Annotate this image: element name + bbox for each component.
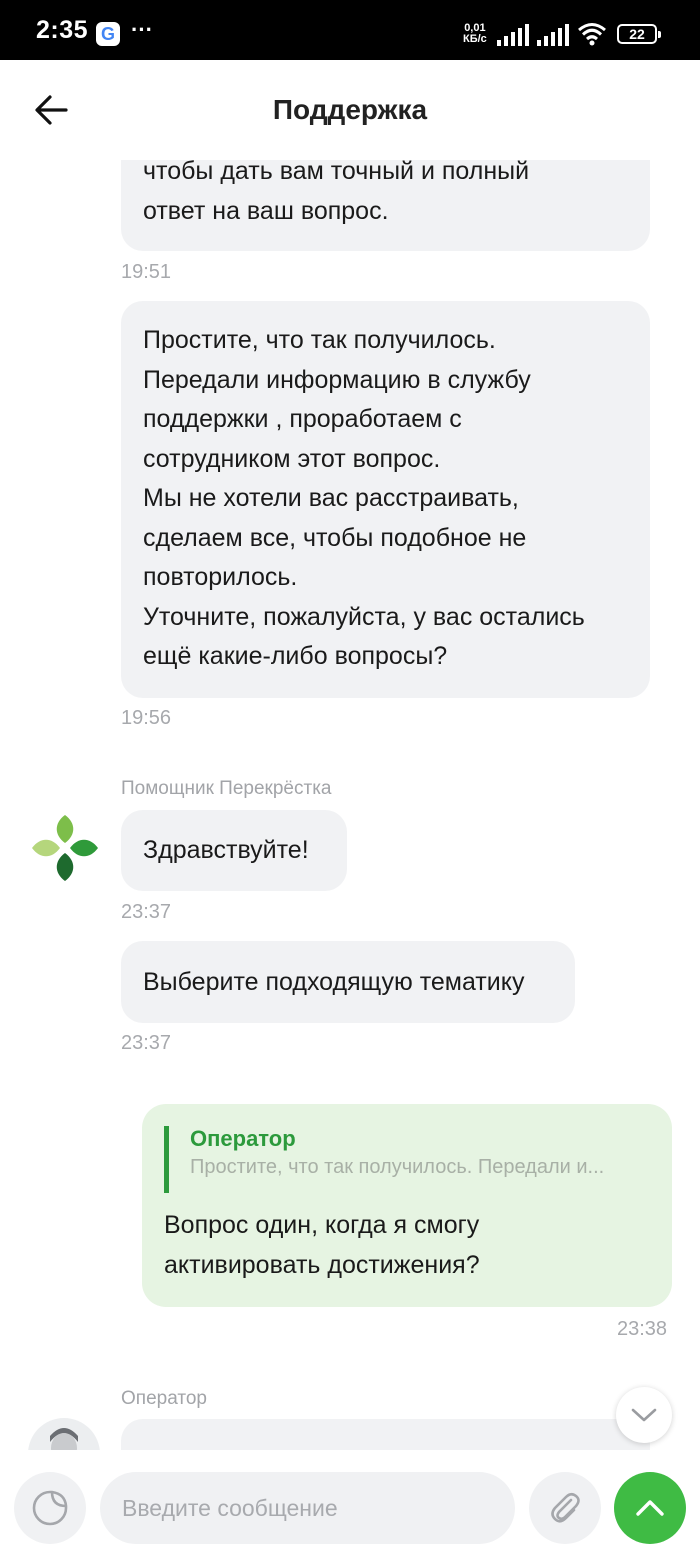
message-text: Вопрос один, когда я смогу активировать … <box>164 1206 480 1285</box>
message-time: 23:37 <box>121 1032 172 1054</box>
message-time: 23:37 <box>121 901 172 923</box>
message-line: ещё какие-либо вопросы? <box>143 642 448 670</box>
message-line: сотрудником этот вопрос. <box>143 444 441 473</box>
outgoing-message-bubble: Оператор Простите, что так получилось. П… <box>142 1104 672 1307</box>
input-bar: Введите сообщение <box>0 1450 700 1556</box>
message-line: ответ на ваш вопрос. <box>143 196 389 225</box>
message-line: Простите, что так получилось. <box>143 326 496 354</box>
message-bubble: Здравствуйте! <box>121 810 347 891</box>
quote-text: Простите, что так получилось. Передали и… <box>190 1156 605 1178</box>
person-avatar-icon <box>50 1428 78 1450</box>
battery-icon: 22 <box>617 24 661 44</box>
header: Поддержка <box>0 60 700 160</box>
message-line: повторилось. <box>143 563 298 591</box>
network-speed-unit: КБ/с <box>463 33 487 45</box>
message-time: 19:56 <box>121 707 172 729</box>
operator-avatar <box>28 1418 100 1450</box>
message-line: чтобы дать вам точный и полный <box>143 160 530 185</box>
message-input[interactable]: Введите сообщение <box>100 1472 515 1544</box>
sticker-icon <box>32 1490 68 1526</box>
message-line: сделаем все, чтобы подобное не <box>143 523 527 552</box>
paperclip-icon <box>551 1492 580 1523</box>
sticker-button[interactable] <box>14 1472 86 1544</box>
chevron-up-icon <box>636 1500 664 1516</box>
send-button[interactable] <box>614 1472 686 1544</box>
signal-icon <box>497 24 529 46</box>
message-line: Передали информацию в службу <box>143 365 531 394</box>
message-line: поддержки , проработаем с <box>143 405 462 433</box>
status-time: 2:35 <box>36 16 89 44</box>
message-bubble <box>121 1419 650 1450</box>
message-time: 23:38 <box>617 1318 668 1340</box>
sender-name: Помощник Перекрёстка <box>121 778 332 799</box>
chat-area[interactable]: чтобы дать вам точный и полный ответ на … <box>0 160 700 1450</box>
chevron-down-icon <box>631 1408 657 1422</box>
message-line: Мы не хотели вас расстраивать, <box>143 484 519 512</box>
message-line: активировать достижения? <box>164 1250 480 1279</box>
message-text: Здравствуйте! <box>143 836 309 864</box>
message-bubble: Выберите подходящую тематику <box>121 941 575 1023</box>
status-bar: 2:35 G ··· 0,01 КБ/с 22 <box>0 0 700 60</box>
quoted-message[interactable]: Оператор Простите, что так получилось. П… <box>164 1126 654 1193</box>
scroll-down-button[interactable] <box>616 1387 672 1443</box>
signal-icon <box>537 24 569 46</box>
message-line: Вопрос один, когда я смогу <box>164 1211 480 1239</box>
sender-name: Оператор <box>121 1388 207 1409</box>
network-speed: 0,01 КБ/с <box>463 23 487 45</box>
page-title: Поддержка <box>272 94 428 125</box>
wifi-icon <box>578 23 606 46</box>
message-time: 19:51 <box>121 261 172 283</box>
google-icon: G <box>96 22 120 46</box>
message-bubble: Простите, что так получилось. Передали и… <box>121 301 650 698</box>
message-text: Выберите подходящую тематику <box>143 968 525 996</box>
attach-button[interactable] <box>529 1472 601 1544</box>
quote-author: Оператор <box>190 1126 296 1151</box>
more-notifications-icon: ··· <box>131 17 153 42</box>
message-line: Уточните, пожалуйста, у вас остались <box>143 602 585 631</box>
clover-logo-icon <box>32 815 98 881</box>
message-bubble: чтобы дать вам точный и полный ответ на … <box>121 160 650 251</box>
